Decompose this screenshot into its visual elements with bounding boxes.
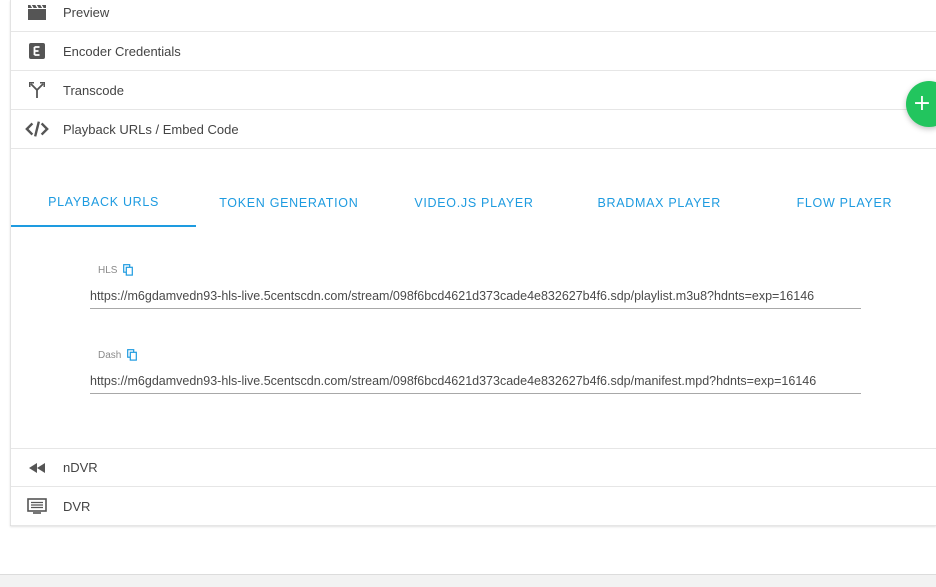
menu-item-encoder-credentials[interactable]: Encoder Credentials [11, 32, 936, 71]
menu-item-transcode[interactable]: Transcode [11, 71, 936, 110]
plus-icon: + [912, 91, 932, 116]
menu-item-label: Playback URLs / Embed Code [63, 121, 239, 137]
code-brackets-icon [25, 117, 49, 141]
tab-playback-urls[interactable]: PLAYBACK URLS [11, 178, 197, 227]
clapperboard-icon [25, 0, 49, 24]
menu-item-label: Encoder Credentials [63, 43, 181, 59]
fork-arrows-icon [25, 78, 49, 102]
tab-token-generation[interactable]: TOKEN GENERATION [196, 178, 381, 227]
copy-icon[interactable] [123, 264, 134, 276]
dash-url-input[interactable] [90, 370, 861, 394]
footer-bar [0, 574, 936, 587]
hls-label: HLS [98, 264, 118, 276]
tab-bradmax-player[interactable]: BRADMAX PLAYER [567, 178, 752, 227]
menu-item-playback-urls[interactable]: Playback URLs / Embed Code [11, 110, 936, 149]
rewind-icon [25, 456, 49, 480]
tab-flow-player[interactable]: FLOW PLAYER [752, 178, 936, 227]
dash-label: Dash [98, 349, 122, 361]
menu-item-label: Transcode [63, 82, 124, 98]
tab-videojs-player[interactable]: VIDEO.JS PLAYER [381, 178, 566, 227]
monitor-list-icon [25, 494, 49, 518]
playback-tabs: PLAYBACK URLS TOKEN GENERATION VIDEO.JS … [11, 178, 936, 227]
menu-item-label: Preview [63, 4, 110, 20]
stream-settings-panel: Preview Encoder Credentials Transcode Pl… [10, 0, 936, 526]
hls-url-input[interactable] [90, 285, 861, 309]
menu-item-ndvr[interactable]: nDVR [11, 448, 936, 487]
menu-item-dvr[interactable]: DVR [11, 487, 936, 526]
dash-url-field: Dash [90, 348, 861, 394]
menu-item-preview[interactable]: Preview [11, 0, 936, 32]
letter-e-box-icon [25, 39, 49, 63]
hls-url-field: HLS [90, 263, 861, 309]
menu-item-label: DVR [63, 498, 91, 514]
copy-icon[interactable] [127, 349, 138, 361]
menu-item-label: nDVR [63, 460, 98, 475]
